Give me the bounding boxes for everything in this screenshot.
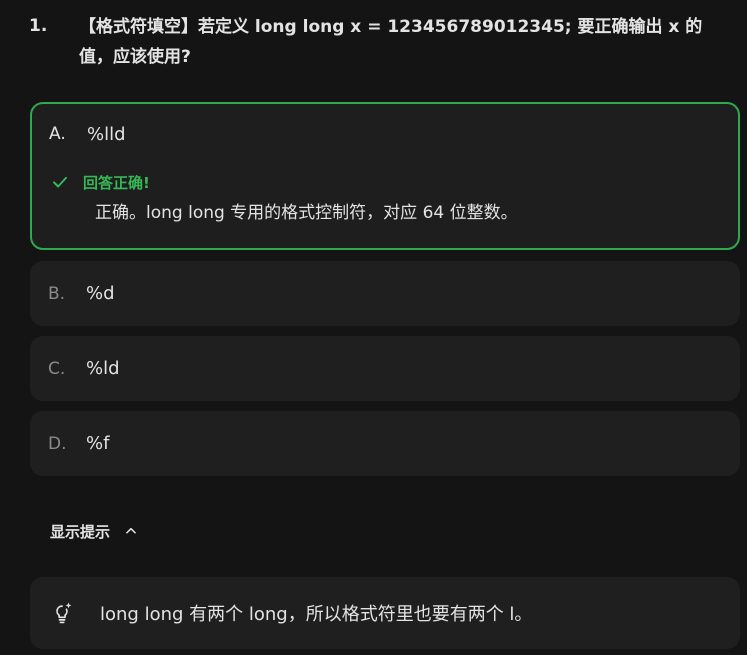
option-d[interactable]: D. %f	[30, 411, 740, 476]
option-a[interactable]: A. %lld 回答正确! 正确。long long 专用的格式控制符，对应 6…	[30, 102, 740, 250]
show-hint-toggle[interactable]: 显示提示	[50, 518, 138, 544]
question-text: 【格式符填空】若定义 long long x = 123456789012345…	[79, 17, 703, 67]
question: 1. 【格式符填空】若定义 long long x = 123456789012…	[29, 12, 729, 72]
option-letter: B.	[48, 283, 66, 304]
feedback-title: 回答正确!	[83, 173, 150, 192]
option-letter: C.	[48, 358, 66, 379]
lightbulb-sparkle-icon	[56, 602, 72, 624]
quiz-page: 1. 【格式符填空】若定义 long long x = 123456789012…	[0, 0, 747, 655]
option-text: %ld	[86, 358, 120, 379]
answer-feedback: 回答正确! 正确。long long 专用的格式控制符，对应 64 位整数。	[51, 170, 518, 226]
option-letter: D.	[48, 433, 67, 454]
option-text: %lld	[87, 123, 126, 145]
hint-panel: long long 有两个 long，所以格式符里也要有两个 l。	[30, 577, 740, 649]
option-letter: A.	[49, 124, 66, 144]
option-text: %d	[86, 283, 115, 304]
check-icon	[53, 176, 67, 188]
chevron-up-icon	[126, 527, 136, 534]
option-b[interactable]: B. %d	[30, 261, 740, 326]
option-c[interactable]: C. %ld	[30, 336, 740, 401]
show-hint-label: 显示提示	[50, 522, 111, 541]
hint-text: long long 有两个 long，所以格式符里也要有两个 l。	[100, 604, 533, 625]
feedback-explanation: 正确。long long 专用的格式控制符，对应 64 位整数。	[95, 203, 518, 223]
option-text: %f	[86, 433, 110, 454]
question-number: 1.	[29, 16, 48, 36]
